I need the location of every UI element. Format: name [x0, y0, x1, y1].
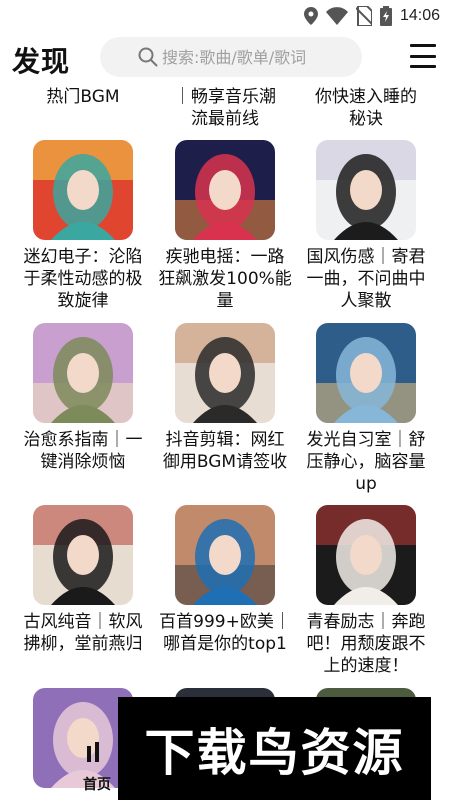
cover-art [175, 323, 275, 423]
playlist-cover[interactable] [316, 323, 416, 423]
cover-art [175, 505, 275, 605]
battery-icon [379, 6, 392, 26]
page-title: 发现 [12, 45, 71, 78]
status-bar: 14:06 [0, 0, 450, 32]
cover-art [33, 140, 133, 240]
discover-content[interactable]: 热门BGM ｜畅享音乐潮流最前线 你快速入睡的秘诀 迷幻电子：沦陷于柔性动感的极… [0, 82, 450, 800]
search-icon [138, 47, 158, 67]
playlist-cover[interactable] [175, 323, 275, 423]
playlist-caption[interactable]: 你快速入睡的秘诀 [307, 86, 425, 130]
search-input[interactable] [162, 47, 362, 67]
playlist-caption[interactable]: 百首999+欧美｜哪首是你的top1 [158, 611, 292, 655]
status-icons: 14:06 [303, 5, 440, 27]
cover-art [175, 140, 275, 240]
menu-button[interactable] [410, 44, 436, 68]
nav-home-label: 首页 [83, 777, 111, 793]
playlist-caption[interactable]: ｜畅享音乐潮流最前线 [166, 86, 284, 130]
playlist-cover[interactable] [316, 505, 416, 605]
header: 发现 [0, 34, 450, 82]
wifi-icon [325, 7, 348, 25]
menu-icon-bar [410, 65, 436, 68]
cover-art [33, 323, 133, 423]
playlist-cover[interactable] [316, 140, 416, 240]
playlist-cover[interactable] [33, 140, 133, 240]
playlist-caption[interactable]: 青春励志｜奔跑吧！用颓废跟不上的速度！ [299, 611, 433, 677]
cover-art [316, 505, 416, 605]
playlist-caption[interactable]: 疾驰电摇：一路狂飙激发100%能量 [158, 246, 292, 312]
cover-art [316, 140, 416, 240]
playlist-cover[interactable] [175, 505, 275, 605]
playlist-cover[interactable] [33, 323, 133, 423]
cover-art [316, 323, 416, 423]
playlist-cover[interactable] [33, 505, 133, 605]
playlist-caption[interactable]: 抖音剪辑：网红御用BGM请签收 [158, 429, 292, 473]
playlist-caption[interactable]: 热门BGM [24, 86, 142, 108]
playlist-caption[interactable]: 古风纯音｜软风拂柳，堂前燕归 [16, 611, 150, 655]
playlist-caption[interactable]: 迷幻电子：沦陷于柔性动感的极致旋律 [16, 246, 150, 312]
search-box[interactable] [100, 37, 362, 77]
playlist-caption[interactable]: 国风伤感｜寄君一曲，不问曲中人聚散 [299, 246, 433, 312]
status-time: 14:06 [399, 7, 440, 24]
menu-icon-bar [410, 44, 436, 47]
watermark-banner: 下载鸟资源 [118, 697, 431, 800]
location-icon [303, 7, 318, 25]
playlist-caption[interactable]: 发光自习室｜舒压静心，脑容量up [299, 429, 433, 495]
menu-icon-bar [410, 54, 436, 58]
watermark-text: 下载鸟资源 [144, 723, 405, 782]
music-bars-icon [87, 742, 99, 762]
no-sim-icon [355, 6, 372, 26]
partial-caption-row: 热门BGM ｜畅享音乐潮流最前线 你快速入睡的秘诀 [0, 82, 450, 132]
cover-art [33, 505, 133, 605]
playlist-cover[interactable] [175, 140, 275, 240]
playlist-caption[interactable]: 治愈系指南｜一键消除烦恼 [16, 429, 150, 473]
